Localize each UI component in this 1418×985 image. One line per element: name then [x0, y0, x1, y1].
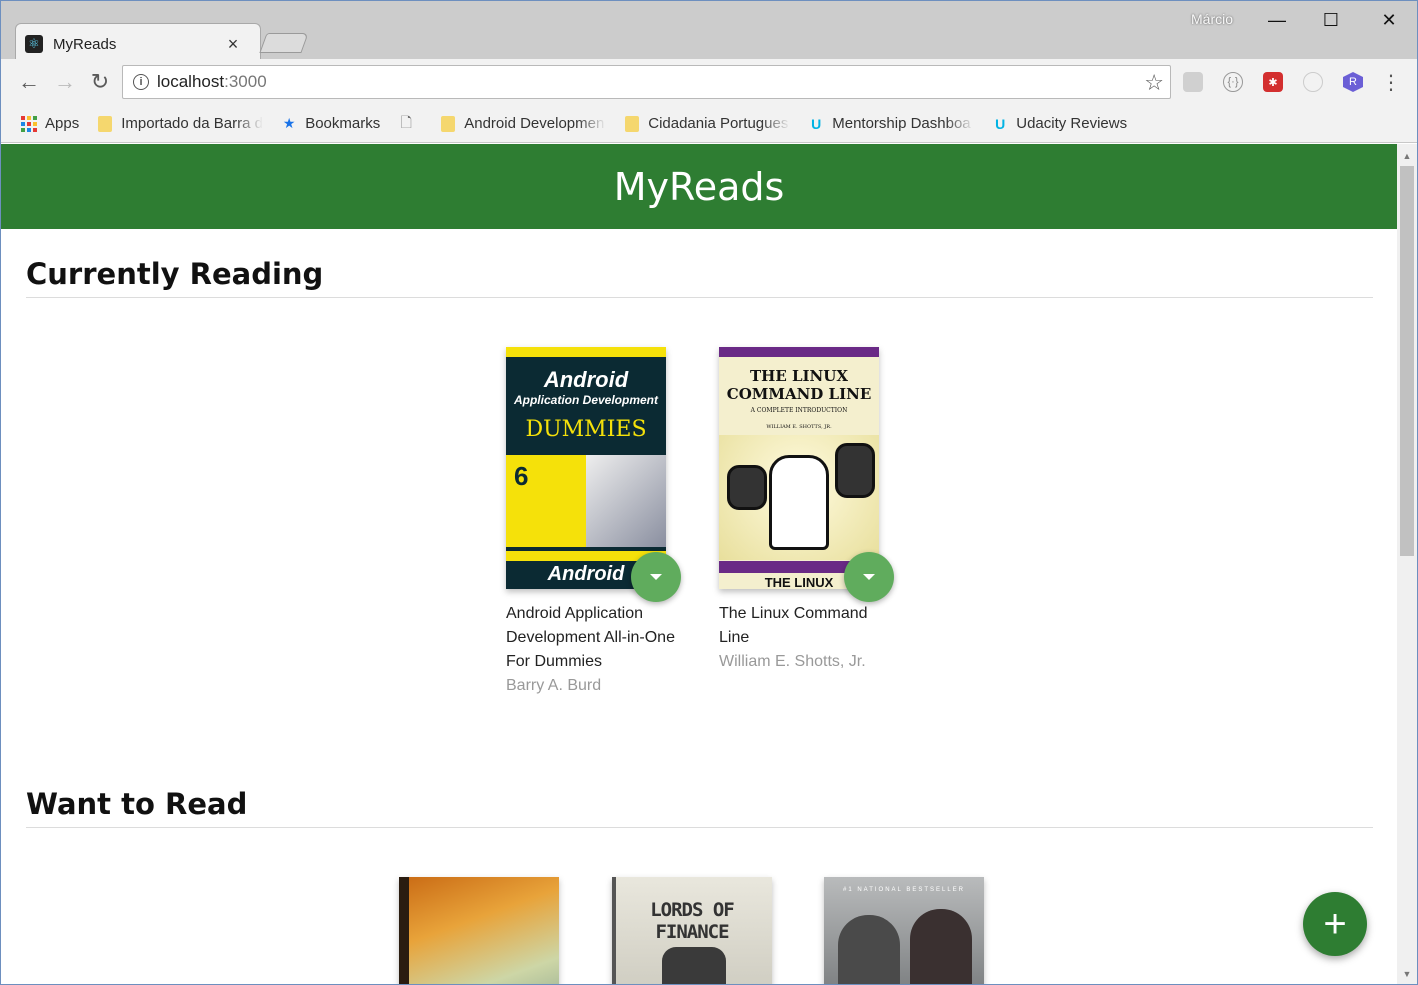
- tab-close-icon[interactable]: ×: [223, 34, 243, 55]
- star-icon: ★: [282, 115, 296, 131]
- bookshelf-want-to-read: Want to Read: [26, 787, 1373, 828]
- browser-tab-content[interactable]: ⚛ MyReads ×: [25, 29, 257, 59]
- app-header: MyReads: [1, 144, 1397, 229]
- title-bar: ⚛ MyReads × Márcio — ☐ ✕: [1, 1, 1417, 59]
- react-devtools-icon[interactable]: [1303, 72, 1323, 92]
- arrow-left-icon: ←: [18, 69, 40, 94]
- back-button[interactable]: ←: [15, 68, 43, 96]
- shelf-changer-button[interactable]: [631, 552, 681, 602]
- minimize-button[interactable]: —: [1257, 7, 1297, 33]
- book-cover[interactable]: #1 NATIONAL BESTSELLER: [824, 877, 984, 984]
- react-favicon-icon: ⚛: [25, 35, 43, 53]
- book-author: Barry A. Burd: [506, 677, 602, 694]
- bookmark-folder-android[interactable]: Android Developmen: [440, 115, 606, 132]
- caret-down-icon: [863, 574, 875, 580]
- book-title: The Linux Command Line: [719, 605, 868, 646]
- page-icon: 🗋: [400, 113, 412, 130]
- address-bar[interactable]: i localhost:3000 ☆: [122, 65, 1171, 99]
- bookmark-udacity-reviews[interactable]: U Udacity Reviews: [992, 115, 1127, 132]
- folder-icon: [97, 115, 113, 132]
- book-cover[interactable]: LORDS OF FINANCE: [612, 877, 772, 984]
- caret-down-icon: [650, 574, 662, 580]
- app-title: MyReads: [613, 164, 785, 209]
- bookshelf-currently-reading: Currently Reading: [26, 257, 1373, 298]
- folder-icon: [624, 115, 640, 132]
- page-scrollbar[interactable]: ▲ ▼: [1397, 144, 1417, 984]
- bookmark-page[interactable]: 🗋: [398, 113, 422, 132]
- close-icon: ✕: [1381, 9, 1397, 30]
- bookmark-folder-importado[interactable]: Importado da Barra d: [97, 115, 263, 132]
- shelf-changer-button[interactable]: [844, 552, 894, 602]
- book-title: Android Application Development All-in-O…: [506, 605, 675, 670]
- minimize-icon: —: [1268, 9, 1286, 30]
- bookmark-star-icon[interactable]: ☆: [1144, 70, 1164, 96]
- page-viewport: MyReads Currently Reading Android Applic…: [1, 144, 1397, 984]
- book-cover[interactable]: Android Application Development DUMMIES …: [506, 347, 666, 589]
- book-cover[interactable]: [399, 877, 559, 984]
- book-item: THE LINUX COMMAND LINE A COMPLETE INTROD…: [719, 347, 899, 677]
- arrow-right-icon: →: [54, 69, 76, 94]
- udacity-icon: U: [811, 115, 822, 132]
- apps-grid-icon: [21, 115, 37, 132]
- profile-name[interactable]: Márcio: [1191, 11, 1233, 27]
- add-book-button[interactable]: +: [1303, 892, 1367, 956]
- close-window-button[interactable]: ✕: [1369, 7, 1409, 33]
- bookmarks-bar: Apps Importado da Barra d ★ Bookmarks 🗋 …: [1, 105, 1417, 143]
- reload-button[interactable]: ↻: [86, 68, 114, 96]
- extension-icon[interactable]: [1183, 72, 1203, 92]
- redux-devtools-icon[interactable]: R: [1343, 72, 1363, 92]
- url-text[interactable]: localhost:3000: [157, 72, 267, 92]
- bookmark-apps[interactable]: Apps: [21, 115, 79, 132]
- browser-window: ⚛ MyReads × Márcio — ☐ ✕ ← → ↻ i localho…: [0, 0, 1418, 985]
- maximize-icon: ☐: [1322, 9, 1340, 30]
- info-icon[interactable]: i: [133, 74, 149, 90]
- shelf-title: Currently Reading: [26, 257, 1373, 298]
- folder-icon: [440, 115, 456, 132]
- maximize-button[interactable]: ☐: [1311, 7, 1351, 33]
- scroll-thumb[interactable]: [1400, 166, 1414, 556]
- book-cover[interactable]: THE LINUX COMMAND LINE A COMPLETE INTROD…: [719, 347, 879, 589]
- bookmark-mentorship-dashboard[interactable]: U Mentorship Dashboa: [808, 115, 974, 132]
- menu-kebab-icon[interactable]: ⋮: [1381, 72, 1401, 94]
- shelf-title: Want to Read: [26, 787, 1373, 828]
- scroll-down-icon[interactable]: ▼: [1397, 964, 1417, 984]
- browser-toolbar: ← → ↻ i localhost:3000 ☆ {·} ✱ R ⋮: [1, 59, 1417, 105]
- new-tab-button[interactable]: [259, 33, 309, 53]
- red-extension-icon[interactable]: ✱: [1263, 72, 1283, 92]
- scroll-up-icon[interactable]: ▲: [1397, 146, 1417, 166]
- json-extension-icon[interactable]: {·}: [1223, 72, 1243, 92]
- bookmark-bookmarks[interactable]: ★ Bookmarks: [281, 115, 380, 132]
- forward-button[interactable]: →: [51, 68, 79, 96]
- book-author: William E. Shotts, Jr.: [719, 653, 866, 670]
- udacity-icon: U: [995, 115, 1006, 132]
- tab-title: MyReads: [53, 35, 117, 53]
- bookmark-folder-cidadania[interactable]: Cidadania Portugues: [624, 115, 790, 132]
- book-item: Android Application Development DUMMIES …: [506, 347, 686, 697]
- reload-icon: ↻: [90, 69, 110, 94]
